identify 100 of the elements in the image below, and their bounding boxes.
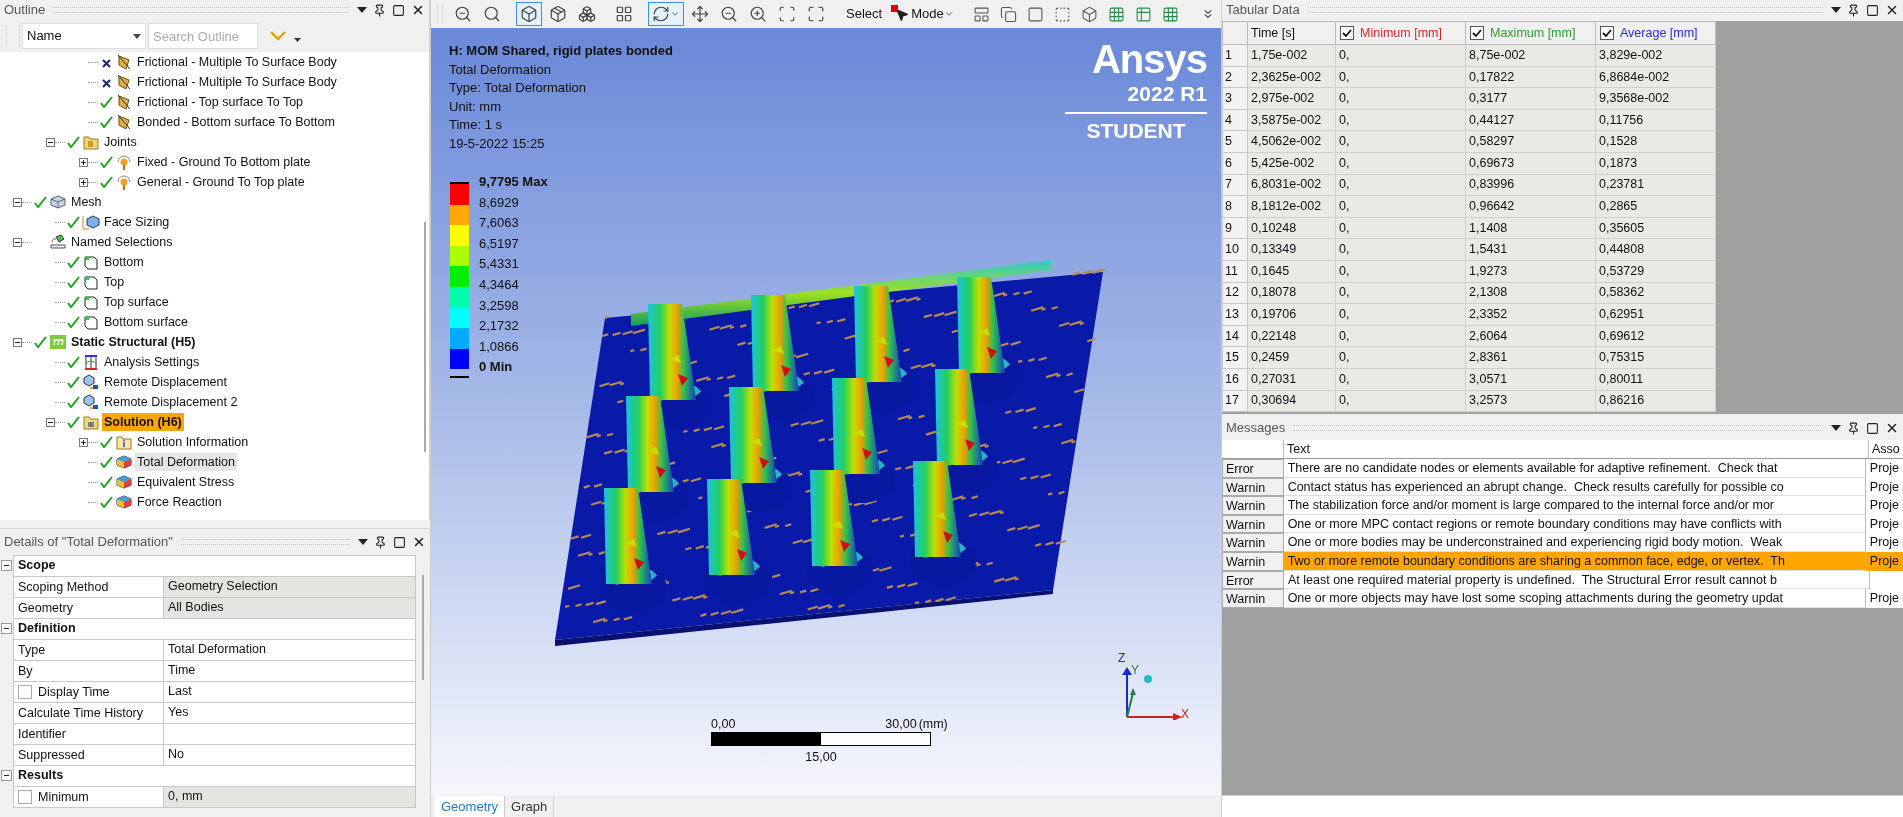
rotate-icon: [652, 5, 670, 23]
collapse-toggle[interactable]: [13, 197, 22, 207]
maximize-icon[interactable]: [393, 535, 406, 549]
column-header[interactable]: Time [s]: [1247, 21, 1336, 45]
caret-icon[interactable]: [294, 38, 301, 42]
diamond-icon: [115, 94, 132, 110]
tree-item[interactable]: Top: [102, 273, 127, 291]
legend-label: 8,6929: [479, 193, 520, 212]
grid-icon: [1161, 5, 1179, 23]
zoom-in-icon: [749, 5, 767, 23]
close-icon[interactable]: [411, 3, 425, 17]
tree-item[interactable]: Force Reaction: [135, 493, 224, 511]
box-icon: [82, 254, 99, 270]
collapse-toggle[interactable]: [13, 337, 22, 347]
tree-item[interactable]: Equivalent Stress: [135, 473, 237, 491]
section-header[interactable]: Scope: [13, 555, 416, 577]
column-header[interactable]: Asso: [1869, 440, 1903, 458]
property-value[interactable]: All Bodies: [164, 597, 416, 619]
scrollbar-thumb[interactable]: [422, 575, 424, 680]
horizontal-scrollbar[interactable]: [1222, 795, 1903, 817]
plus-icon: [80, 438, 87, 446]
toolbar-button[interactable]: [648, 2, 684, 26]
dropdown-icon[interactable]: [1831, 7, 1841, 13]
dropdown-icon[interactable]: [358, 539, 368, 545]
tree-item[interactable]: Remote Displacement 2: [102, 393, 240, 411]
overflow-icon[interactable]: [1201, 7, 1215, 21]
section-header[interactable]: Definition: [13, 618, 416, 640]
tree-item[interactable]: Bottom surface: [102, 313, 191, 331]
grid-icon: [1107, 5, 1125, 23]
pin-icon[interactable]: [1847, 421, 1860, 435]
filter-dropdown[interactable]: Name: [22, 23, 146, 49]
tree-item[interactable]: Static Structural (H5): [69, 333, 198, 351]
tree-item[interactable]: Frictional - Top surface To Top: [135, 93, 306, 111]
collapse-toggle[interactable]: [1, 560, 12, 571]
expand-toggle[interactable]: [79, 157, 88, 167]
legend-label: 0 Min: [479, 358, 514, 377]
collapse-toggle[interactable]: [1, 623, 12, 634]
message-text[interactable]: There are no candidate nodes or elements available for adaptive refinement. Check that: [1283, 459, 1865, 478]
property-value[interactable]: No: [164, 744, 416, 766]
property-value[interactable]: Last: [164, 681, 416, 703]
section-header[interactable]: Results: [13, 765, 416, 787]
select-button[interactable]: Select: [842, 4, 887, 24]
maximize-icon[interactable]: [1866, 421, 1879, 435]
view-tab[interactable]: Geometry: [435, 796, 506, 817]
tree-item[interactable]: General - Ground To Top plate: [135, 173, 307, 191]
maximize-icon[interactable]: [1866, 3, 1879, 17]
tree-item[interactable]: Face Sizing: [102, 213, 172, 231]
property-value[interactable]: Yes: [164, 702, 416, 724]
property-value[interactable]: Time: [164, 660, 416, 682]
collapse-toggle[interactable]: [46, 417, 55, 427]
pin-icon[interactable]: [373, 3, 386, 17]
column-header[interactable]: Text: [1284, 440, 1869, 458]
search-field[interactable]: Search Outline: [148, 23, 258, 49]
column-header[interactable]: Average [mm]: [1595, 21, 1716, 45]
message-text[interactable]: The stabilization force and/or moment is large compared to the internal force and/or mor: [1283, 496, 1865, 515]
dropdown-icon[interactable]: [1831, 425, 1841, 431]
toolbar-button[interactable]: [516, 2, 542, 26]
pin-icon[interactable]: [1847, 3, 1860, 17]
property-value[interactable]: Geometry Selection: [164, 576, 416, 598]
row-number: 7: [1222, 174, 1248, 196]
expand-toggle[interactable]: [79, 437, 88, 447]
column-header[interactable]: Minimum [mm]: [1335, 21, 1466, 45]
minus-icon: [3, 772, 10, 779]
close-icon[interactable]: [1885, 3, 1899, 17]
checkbox[interactable]: [1340, 26, 1354, 40]
expand-toggle[interactable]: [79, 177, 88, 187]
tree-item[interactable]: Frictional - Multiple To Surface Body: [135, 73, 339, 91]
collapse-toggle[interactable]: [1, 770, 12, 781]
close-icon[interactable]: [1885, 421, 1899, 435]
tree-item[interactable]: Top surface: [102, 293, 171, 311]
checkbox[interactable]: [1470, 26, 1484, 40]
checkbox[interactable]: [18, 685, 32, 699]
graphics-viewport[interactable]: [431, 28, 1221, 795]
checkbox[interactable]: [1600, 26, 1614, 40]
property-value[interactable]: 0, mm: [164, 786, 416, 808]
tree-item[interactable]: Bottom: [102, 253, 146, 271]
tree-item[interactable]: Named Selections: [69, 233, 175, 251]
mode-button[interactable]: Mode: [889, 4, 956, 24]
collapse-toggle[interactable]: [13, 237, 22, 247]
checkbox[interactable]: [18, 790, 32, 804]
tree-item[interactable]: Total Deformation: [135, 453, 237, 471]
scrollbar-thumb[interactable]: [424, 222, 426, 452]
pin-icon[interactable]: [374, 535, 387, 549]
dropdown-icon[interactable]: [357, 7, 367, 13]
message-text[interactable]: One or more bodies may be underconstrained and experiencing rigid body motion. Weak: [1283, 533, 1865, 552]
tree-item[interactable]: Joints: [102, 133, 139, 151]
message-level: Warnin: [1222, 496, 1284, 515]
tree-item[interactable]: Fixed - Ground To Bottom plate: [135, 153, 313, 171]
property-value[interactable]: Total Deformation: [164, 639, 416, 661]
maximize-icon[interactable]: [392, 3, 405, 17]
tree-item[interactable]: Bonded - Bottom surface To Bottom: [135, 113, 337, 131]
collapse-toggle[interactable]: [46, 137, 55, 147]
tree-item[interactable]: Solution (H6): [102, 413, 184, 431]
tree-item[interactable]: Frictional - Multiple To Surface Body: [135, 53, 339, 71]
tree-item[interactable]: Remote Displacement: [102, 373, 229, 391]
close-icon[interactable]: [412, 535, 426, 549]
tree-item[interactable]: Analysis Settings: [102, 353, 202, 371]
message-text[interactable]: One or more objects may have lost some scoping attachments during the geometry updat: [1283, 589, 1865, 608]
tree-item[interactable]: Solution Information: [135, 433, 251, 451]
tree-item[interactable]: Mesh: [69, 193, 104, 211]
